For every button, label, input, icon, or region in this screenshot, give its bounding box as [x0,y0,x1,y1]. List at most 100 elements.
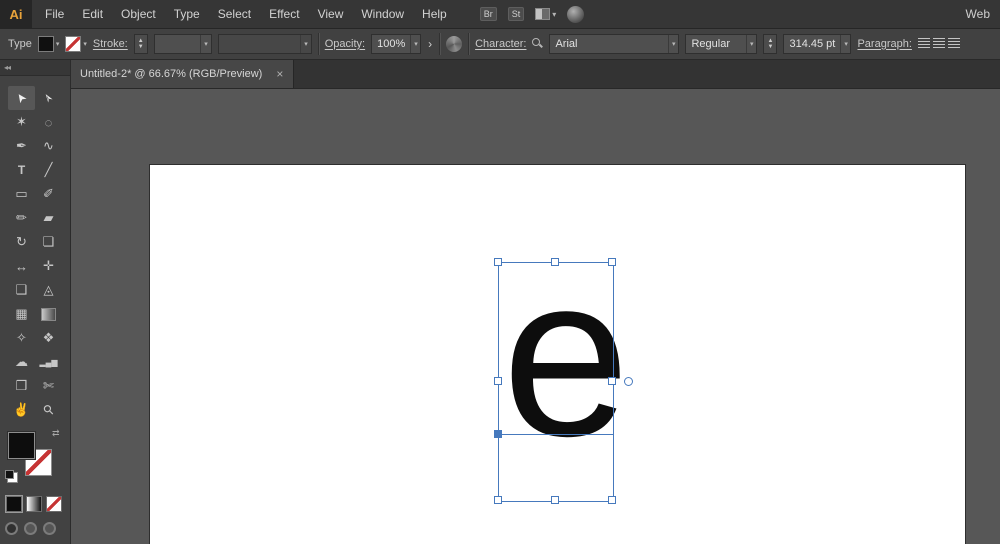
draw-normal-button[interactable] [5,522,18,535]
default-fill-stroke-icon[interactable] [5,470,14,479]
paragraph-panel-link[interactable]: Paragraph: [857,38,911,50]
tool-rotate[interactable]: ↻ [8,230,35,254]
chevron-down-icon: ▾ [56,40,60,48]
tool-gradient[interactable]: ▩ [35,302,62,326]
tool-rectangle[interactable]: ▭ [8,182,35,206]
tool-slice[interactable]: ✄ [35,374,62,398]
brush-definition-dropdown[interactable]: ▾ [218,34,312,54]
arrange-documents-icon [535,8,550,20]
pen-tool-icon: ✒ [16,138,27,154]
menu-object[interactable]: Object [112,7,165,21]
tool-lasso[interactable]: ◌ [35,110,62,134]
column-graph-tool-icon: ▂▄▆ [40,358,58,367]
tool-magic-wand[interactable]: ✶ [8,110,35,134]
stroke-weight-dropdown[interactable]: ▾ [154,34,212,54]
handle-top-center[interactable] [551,258,559,266]
tool-symbol-sprayer[interactable]: ☁ [8,350,35,374]
document-tab-bar: Untitled-2* @ 66.67% (RGB/Preview) × [70,60,1000,89]
tool-paintbrush[interactable]: ✐ [35,182,62,206]
handle-bottom-center[interactable] [551,496,559,504]
tool-shape-builder[interactable]: ❑ [8,278,35,302]
handle-middle-right[interactable] [608,377,616,385]
type-tool-icon: T [18,163,25,177]
paintbrush-tool-icon: ✐ [43,186,54,202]
character-panel-link[interactable]: Character: [475,38,526,50]
opacity-options-chevron[interactable]: › [427,37,433,51]
collapse-panel-button[interactable]: ◂◂ [4,63,10,72]
handle-top-right[interactable] [608,258,616,266]
tool-curvature[interactable]: ∿ [35,134,62,158]
stroke-weight-stepper[interactable]: ▲▼ [134,34,148,54]
handle-rotate-right[interactable] [624,377,633,386]
tab-close-icon[interactable]: × [276,67,283,81]
text-anchor-point[interactable] [494,430,502,438]
font-family-dropdown[interactable]: Arial ▾ [549,34,679,54]
recolor-artwork-icon[interactable] [446,36,462,52]
document-tab[interactable]: Untitled-2* @ 66.67% (RGB/Preview) × [70,60,294,88]
pencil-tool-icon: ✏ [16,210,27,226]
fill-swatch[interactable] [8,432,35,459]
tool-width[interactable]: ↔ [8,254,35,278]
menu-help[interactable]: Help [413,7,456,21]
stroke-color-dropdown[interactable]: ▾ [65,36,87,52]
fill-color-dropdown[interactable]: ▾ [38,36,60,52]
tool-pen[interactable]: ✒ [8,134,35,158]
draw-behind-button[interactable] [24,522,37,535]
handle-bottom-left[interactable] [494,496,502,504]
font-size-stepper[interactable]: ▲▼ [763,34,777,54]
menu-file[interactable]: File [36,7,73,21]
font-search-icon[interactable] [532,38,543,49]
tool-scale[interactable]: ❏ [35,230,62,254]
none-button[interactable] [46,496,62,512]
menu-select[interactable]: Select [209,7,260,21]
opacity-panel-link[interactable]: Opacity: [325,38,365,50]
handle-bottom-right[interactable] [608,496,616,504]
menu-edit[interactable]: Edit [73,7,112,21]
tool-free-transform[interactable]: ✛ [35,254,62,278]
tool-artboard[interactable]: ❒ [8,374,35,398]
color-button[interactable] [6,496,22,512]
align-left-icon[interactable] [918,38,930,49]
canvas[interactable]: e [70,88,1000,544]
stroke-none-swatch-icon [65,36,81,52]
tool-hand[interactable]: ✌ [8,398,35,422]
width-tool-icon: ↔ [15,259,28,274]
opacity-dropdown[interactable]: 100% ▾ [371,34,421,54]
rectangle-tool-icon: ▭ [15,186,27,202]
arrange-documents-button[interactable]: ▾ [535,8,556,20]
tool-zoom[interactable]: ⚲ [35,398,62,422]
stock-button[interactable]: St [508,7,525,21]
fill-stroke-control: ⇄ [8,432,62,482]
tool-selection[interactable]: ➤ [8,86,35,110]
align-right-icon[interactable] [948,38,960,49]
gradient-button[interactable] [26,496,42,512]
handle-middle-left[interactable] [494,377,502,385]
tool-type[interactable]: T [8,158,35,182]
menu-view[interactable]: View [309,7,353,21]
menu-type[interactable]: Type [165,7,209,21]
draw-inside-button[interactable] [43,522,56,535]
workspace-switcher[interactable]: Web [966,7,1000,21]
align-center-icon[interactable] [933,38,945,49]
tool-eyedropper[interactable]: ✧ [8,326,35,350]
bridge-button[interactable]: Br [480,7,497,21]
menu-effect[interactable]: Effect [260,7,308,21]
font-size-dropdown[interactable]: 314.45 pt ▾ [783,34,851,54]
tool-column-graph[interactable]: ▂▄▆ [35,350,62,374]
tool-eraser[interactable]: ▰ [35,206,62,230]
rotate-tool-icon: ↻ [16,234,27,250]
sync-settings-icon[interactable] [567,6,584,23]
tool-pencil[interactable]: ✏ [8,206,35,230]
tool-blend[interactable]: ❖ [35,326,62,350]
handle-top-left[interactable] [494,258,502,266]
selection-tool-icon: ➤ [13,90,30,106]
tool-perspective-grid[interactable]: ◬ [35,278,62,302]
scale-tool-icon: ❏ [43,234,55,250]
stroke-panel-link[interactable]: Stroke: [93,38,128,50]
tool-mesh[interactable]: ▦ [8,302,35,326]
swap-fill-stroke-icon[interactable]: ⇄ [52,428,60,439]
font-style-dropdown[interactable]: Regular ▾ [685,34,757,54]
tool-direct-selection[interactable]: ➢ [35,86,62,110]
menu-window[interactable]: Window [352,7,413,21]
tool-line-segment[interactable]: ╱ [35,158,62,182]
